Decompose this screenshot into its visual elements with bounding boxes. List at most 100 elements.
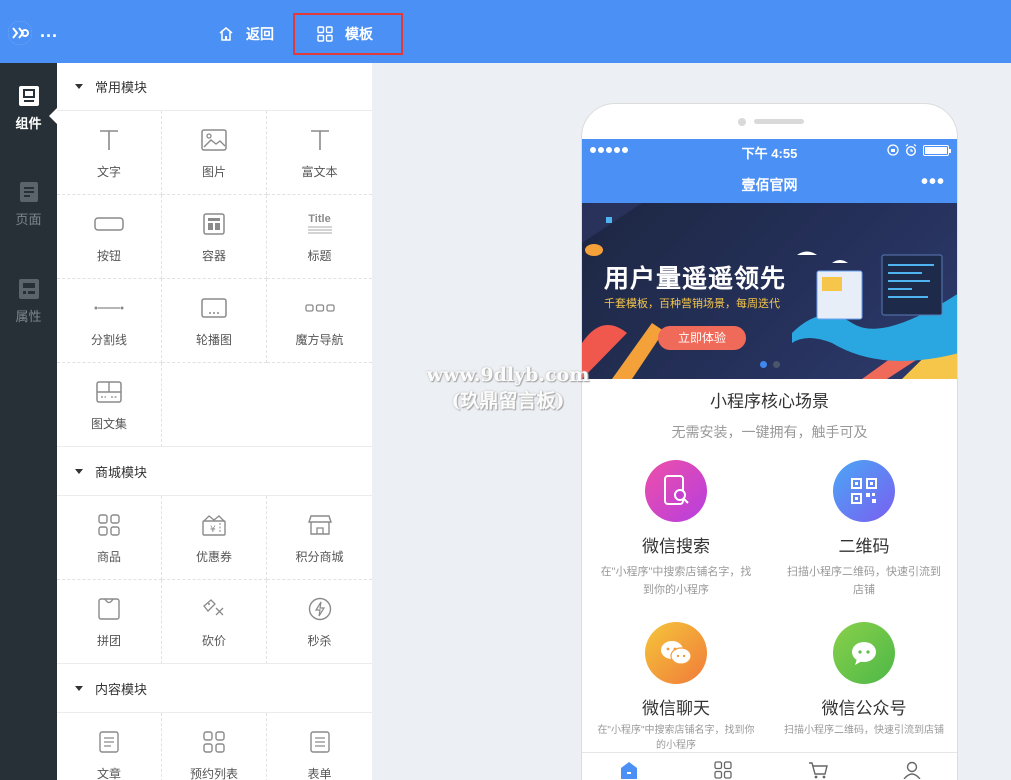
speaker-icon <box>754 119 804 124</box>
feature-desc: 在"小程序"中搜索店铺名字，找到你的小程序 <box>597 725 755 751</box>
component-flash-sale[interactable]: 秒杀 <box>267 580 372 664</box>
feature-official-account[interactable]: 微信公众号 扫描小程序二维码，快速引流到店铺 <box>770 622 957 738</box>
component-label: 拼团 <box>96 634 121 648</box>
camera-icon <box>738 118 746 126</box>
tab-profile[interactable] <box>865 753 957 780</box>
mall-module-grid: 商品 ¥ 优惠券 积分商城 拼团 砍价 秒杀 <box>57 496 372 664</box>
status-bar: 下午 4:55 <box>582 139 957 163</box>
image-icon <box>199 125 229 155</box>
component-booking-list[interactable]: 预约列表 <box>162 713 267 780</box>
flash-sale-icon <box>305 594 335 624</box>
tab-home[interactable] <box>582 753 676 780</box>
core-scene-title: 小程序核心场景 <box>710 392 829 411</box>
mini-program-title: 壹佰官网 <box>741 177 798 193</box>
group-buy-icon <box>94 594 124 624</box>
page-icon <box>19 182 38 202</box>
carousel-dot-active[interactable] <box>760 361 767 368</box>
feature-wechat-search[interactable]: 微信搜索 在"小程序"中搜索店铺名字，找到你的小程序 <box>582 460 770 599</box>
feature-name: 微信聊天 <box>642 699 710 718</box>
coupon-icon: ¥ <box>199 510 229 540</box>
try-now-button[interactable]: 立即体验 <box>658 326 746 350</box>
rail-label-page: 页面 <box>15 212 42 227</box>
component-richtext[interactable]: 富文本 <box>267 111 372 195</box>
component-container[interactable]: 容器 <box>162 195 267 279</box>
component-icon <box>18 86 39 106</box>
component-label: 表单 <box>307 767 332 780</box>
search-phone-icon <box>645 460 707 522</box>
component-label: 图文集 <box>90 417 127 431</box>
bargain-icon <box>199 594 229 624</box>
watermark: www.9dlyb.com (玖鼎留言板) <box>408 362 608 414</box>
component-label: 优惠券 <box>195 550 232 564</box>
component-gallery[interactable]: 图文集 <box>57 363 162 447</box>
component-label: 分割线 <box>90 333 127 347</box>
carousel-dot[interactable] <box>773 361 780 368</box>
booking-list-icon <box>199 727 229 757</box>
component-divider[interactable]: 分割线 <box>57 279 162 363</box>
template-label: 模板 <box>345 26 373 42</box>
component-title[interactable]: Title 标题 <box>267 195 372 279</box>
svg-text:¥: ¥ <box>210 525 216 535</box>
caret-down-icon <box>75 685 83 691</box>
feature-qrcode[interactable]: 二维码 扫描小程序二维码，快速引流到店铺 <box>770 460 957 599</box>
title-icon: Title <box>305 209 335 239</box>
component-text[interactable]: 文字 <box>57 111 162 195</box>
banner-title: 用户量遥遥领先 <box>604 265 787 293</box>
tab-category[interactable] <box>676 753 770 780</box>
component-label: 秒杀 <box>307 634 332 648</box>
component-form[interactable]: 表单 <box>267 713 372 780</box>
component-coupon[interactable]: ¥ 优惠券 <box>162 496 267 580</box>
component-bargain[interactable]: 砍价 <box>162 580 267 664</box>
feature-wechat-chat[interactable]: 微信聊天 在"小程序"中搜索店铺名字，找到你的小程序 <box>582 622 770 753</box>
component-label: 图片 <box>201 165 226 179</box>
alarm-icon <box>905 144 917 156</box>
component-image[interactable]: 图片 <box>162 111 267 195</box>
cart-icon <box>808 762 828 779</box>
button-icon <box>94 209 124 239</box>
section-common-header[interactable]: 常用模块 <box>57 63 372 111</box>
logo-menu-dots[interactable]: ... <box>40 22 58 40</box>
component-carousel[interactable]: 轮播图 <box>162 279 267 363</box>
cube-nav-icon <box>304 293 335 323</box>
tab-cart[interactable] <box>771 753 865 780</box>
component-label: 文字 <box>96 165 121 179</box>
core-scene-subtitle: 无需安装，一键拥有，触手可及 <box>671 424 868 440</box>
rail-item-page[interactable]: 页面 <box>0 181 57 228</box>
app-logo-icon[interactable] <box>8 21 32 45</box>
section-title: 商城模块 <box>95 464 148 480</box>
feature-name: 二维码 <box>838 537 890 556</box>
form-icon <box>305 727 335 757</box>
mini-program-titlebar: 壹佰官网 ••• <box>582 163 957 203</box>
section-content-header[interactable]: 内容模块 <box>57 664 372 713</box>
component-label: 预约列表 <box>189 767 238 780</box>
component-group-buy[interactable]: 拼团 <box>57 580 162 664</box>
component-button[interactable]: 按钮 <box>57 195 162 279</box>
component-label: 容器 <box>201 249 226 263</box>
article-icon <box>94 727 124 757</box>
feature-desc: 扫描小程序二维码，快速引流到店铺 <box>784 725 944 736</box>
more-menu-icon[interactable]: ••• <box>921 171 945 194</box>
empty-cell <box>162 363 267 447</box>
feature-name: 微信公众号 <box>821 699 907 718</box>
grid-icon <box>714 761 733 779</box>
back-button[interactable]: 返回 <box>218 14 274 54</box>
component-product[interactable]: 商品 <box>57 496 162 580</box>
watermark-name: (玖鼎留言板) <box>451 390 565 412</box>
component-label: 魔方导航 <box>295 333 344 347</box>
richtext-icon <box>305 125 335 155</box>
phone-preview[interactable]: 下午 4:55 壹佰官网 ••• 用户量遥遥领先 千套模板，百种营销场景，每周迭… <box>581 103 958 780</box>
rail-item-property[interactable]: 属性 <box>0 278 57 325</box>
property-icon <box>18 279 39 299</box>
component-article[interactable]: 文章 <box>57 713 162 780</box>
promo-banner[interactable]: 用户量遥遥领先 千套模板，百种营销场景，每周迭代 立即体验 <box>582 203 957 379</box>
component-label: 按钮 <box>96 249 121 263</box>
component-cube-nav[interactable]: 魔方导航 <box>267 279 372 363</box>
component-points-mall[interactable]: 积分商城 <box>267 496 372 580</box>
rail-label-property: 属性 <box>15 309 42 324</box>
section-mall-header[interactable]: 商城模块 <box>57 447 372 496</box>
phone-top-bezel <box>582 104 957 139</box>
empty-cell <box>267 363 372 447</box>
section-title: 常用模块 <box>95 80 148 95</box>
caret-down-icon <box>75 468 83 474</box>
template-button[interactable]: 模板 <box>293 13 403 55</box>
